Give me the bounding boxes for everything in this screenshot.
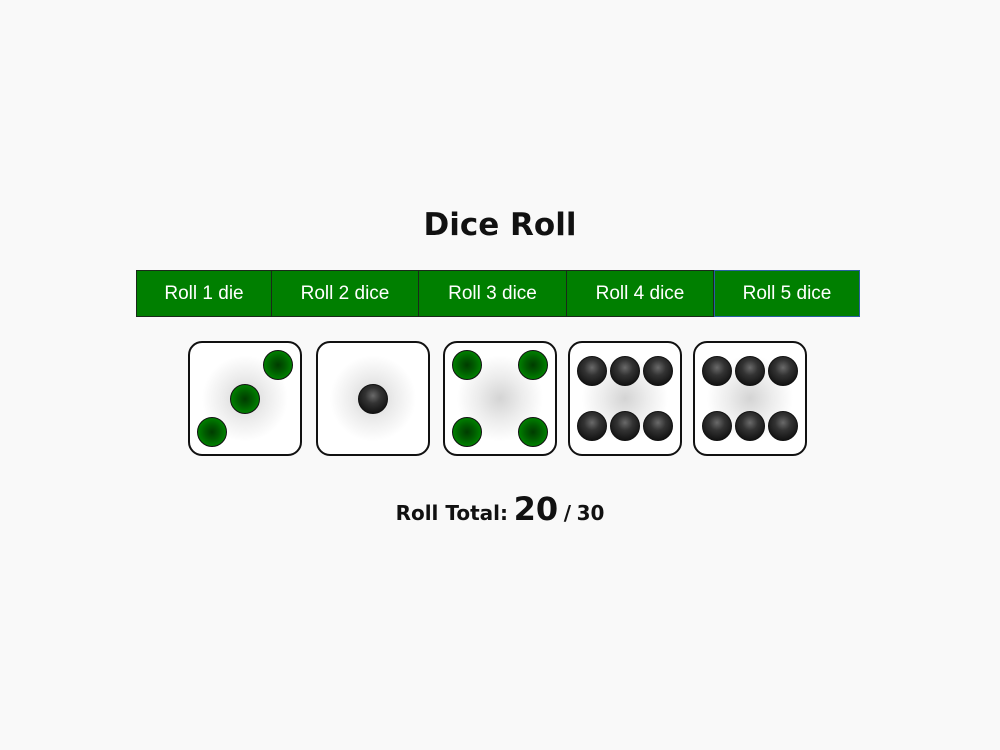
- die-1: [188, 341, 302, 456]
- die-pip: [768, 355, 798, 386]
- roll-total-separator: /: [563, 501, 572, 525]
- roll-1-die-button[interactable]: Roll 1 die: [136, 270, 272, 317]
- die-5: [693, 341, 807, 456]
- die-pip: [518, 350, 548, 381]
- die-pip: [610, 411, 640, 442]
- die-pip: [643, 355, 673, 386]
- roll-3-dice-button[interactable]: Roll 3 dice: [419, 270, 567, 317]
- die-pip: [358, 383, 388, 414]
- roll-total-label: Roll Total:: [395, 501, 509, 525]
- roll-total-value: 20: [513, 490, 559, 528]
- roll-button-group: Roll 1 die Roll 2 dice Roll 3 dice Roll …: [136, 270, 860, 317]
- roll-5-dice-button[interactable]: Roll 5 dice: [714, 270, 860, 317]
- die-pip: [452, 350, 482, 381]
- die-pip: [643, 411, 673, 442]
- die-pip: [702, 411, 732, 442]
- roll-4-dice-button[interactable]: Roll 4 dice: [567, 270, 714, 317]
- roll-total: Roll Total: 20 / 30: [0, 490, 1000, 528]
- die-pip: [610, 355, 640, 386]
- die-pip: [735, 355, 765, 386]
- die-pip: [768, 411, 798, 442]
- die-pip: [735, 411, 765, 442]
- die-pip: [577, 355, 607, 386]
- die-pip: [230, 383, 260, 414]
- roll-total-max: 30: [576, 501, 605, 525]
- die-4: [568, 341, 682, 456]
- die-pip: [197, 416, 227, 447]
- roll-2-dice-button[interactable]: Roll 2 dice: [272, 270, 419, 317]
- die-pip: [577, 411, 607, 442]
- die-3: [443, 341, 557, 456]
- die-pip: [263, 350, 293, 381]
- die-pip: [452, 416, 482, 447]
- die-pip: [518, 416, 548, 447]
- die-pip: [702, 355, 732, 386]
- page-title: Dice Roll: [423, 207, 577, 243]
- die-2: [316, 341, 430, 456]
